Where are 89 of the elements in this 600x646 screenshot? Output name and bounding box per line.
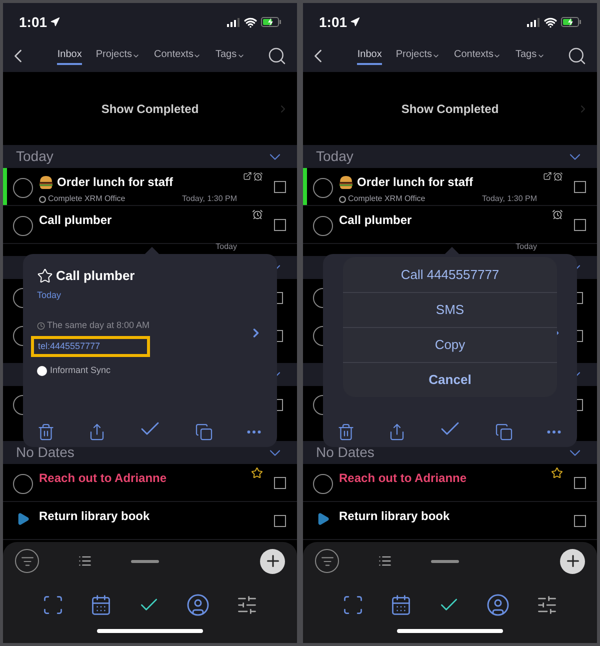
wifi-icon bbox=[544, 16, 557, 28]
section-title: Today bbox=[316, 147, 354, 166]
checkbox[interactable] bbox=[274, 515, 286, 527]
delete-icon[interactable] bbox=[37, 423, 55, 441]
section-title: Today bbox=[16, 147, 54, 166]
location-icon bbox=[350, 17, 360, 27]
calendar-icon[interactable] bbox=[390, 594, 412, 616]
project-icon bbox=[39, 196, 46, 202]
nav-tab[interactable]: Projects bbox=[96, 46, 140, 64]
share-icon[interactable] bbox=[88, 423, 106, 441]
project-name: Complete XRM Office bbox=[48, 193, 126, 205]
task-title: Reach out to Adrianne bbox=[39, 470, 167, 487]
popover-date: Today bbox=[37, 288, 62, 302]
nav-tab[interactable]: Tags bbox=[515, 46, 545, 64]
due-date: Today bbox=[216, 241, 237, 253]
grabber-handle[interactable] bbox=[130, 560, 158, 562]
star-icon[interactable] bbox=[37, 268, 53, 284]
popover-title: Call plumber bbox=[56, 267, 135, 285]
nav-tab[interactable]: Contexts bbox=[454, 46, 502, 64]
checkbox[interactable] bbox=[274, 477, 286, 489]
task-title: Call plumber bbox=[339, 212, 412, 229]
action-sheet-option[interactable]: Cancel bbox=[343, 362, 557, 397]
task-title: Order lunch for staff bbox=[357, 174, 474, 191]
nav-tab[interactable]: Inbox bbox=[357, 46, 382, 64]
scan-icon[interactable] bbox=[42, 594, 64, 616]
delete-icon[interactable] bbox=[337, 423, 355, 441]
nav-tab[interactable]: Projects bbox=[396, 46, 440, 64]
filter-icon bbox=[20, 554, 34, 568]
sliders-icon[interactable] bbox=[236, 594, 258, 616]
battery-icon bbox=[261, 17, 281, 27]
section-header[interactable]: Today bbox=[3, 145, 297, 168]
signal-icon bbox=[527, 18, 540, 26]
action-sheet-option[interactable]: Copy bbox=[343, 327, 557, 362]
calendar-icon[interactable] bbox=[90, 594, 112, 616]
clock-icon bbox=[37, 322, 45, 330]
due-date: Today, 1:30 PM bbox=[182, 193, 237, 205]
checkbox[interactable] bbox=[574, 515, 586, 527]
wifi-icon bbox=[244, 16, 257, 28]
project-icon bbox=[339, 196, 346, 202]
scan-icon[interactable] bbox=[342, 594, 364, 616]
project-triangle-icon[interactable] bbox=[16, 512, 30, 526]
task-title: Call plumber bbox=[39, 212, 112, 229]
phone-link[interactable]: tel:4445557777 bbox=[31, 336, 150, 357]
list-icon[interactable] bbox=[78, 554, 92, 568]
search-icon[interactable] bbox=[567, 46, 587, 66]
action-sheet-option[interactable]: SMS bbox=[343, 292, 557, 327]
checkbox[interactable] bbox=[574, 181, 586, 193]
search-icon[interactable] bbox=[267, 46, 287, 66]
task-title: Return library book bbox=[39, 508, 150, 525]
add-button[interactable] bbox=[560, 548, 585, 574]
project-name: Complete XRM Office bbox=[348, 193, 426, 205]
show-completed-label: Show Completed bbox=[101, 100, 199, 118]
due-date: Today, 1:30 PM bbox=[482, 193, 537, 205]
action-sheet-option[interactable]: Call 4445557777 bbox=[343, 257, 557, 292]
calendar-name: Informant Sync bbox=[50, 364, 111, 378]
share-icon[interactable] bbox=[388, 423, 406, 441]
battery-icon bbox=[561, 17, 581, 27]
reminder-text: The same day at 8:00 AM bbox=[47, 319, 150, 332]
location-icon bbox=[50, 17, 60, 27]
checkbox[interactable] bbox=[274, 181, 286, 193]
task-title: Reach out to Adrianne bbox=[339, 470, 467, 487]
nav-tab[interactable]: Inbox bbox=[57, 46, 82, 64]
nav-tab[interactable]: Tags bbox=[215, 46, 245, 64]
grabber-handle[interactable] bbox=[430, 560, 458, 562]
task-title: Order lunch for staff bbox=[57, 174, 174, 191]
filter-button[interactable] bbox=[15, 549, 39, 573]
section-header[interactable]: Today bbox=[303, 145, 597, 168]
sliders-icon[interactable] bbox=[536, 594, 558, 616]
show-completed-label: Show Completed bbox=[401, 100, 499, 118]
add-button[interactable] bbox=[260, 548, 285, 574]
checkbox[interactable] bbox=[274, 219, 286, 231]
section-title: No Dates bbox=[16, 443, 74, 462]
nav-tab[interactable]: Contexts bbox=[154, 46, 202, 64]
checkbox[interactable] bbox=[574, 477, 586, 489]
filter-button[interactable] bbox=[315, 549, 339, 573]
project-triangle-icon[interactable] bbox=[316, 512, 330, 526]
status-time: 1:01 bbox=[19, 12, 48, 32]
section-title: No Dates bbox=[316, 443, 374, 462]
duplicate-icon[interactable] bbox=[194, 423, 212, 441]
duplicate-icon[interactable] bbox=[494, 423, 512, 441]
signal-icon bbox=[227, 18, 240, 26]
due-date: Today bbox=[516, 241, 537, 253]
profile-icon[interactable] bbox=[186, 592, 210, 616]
status-time: 1:01 bbox=[319, 12, 348, 32]
filter-icon bbox=[320, 554, 334, 568]
profile-icon[interactable] bbox=[486, 592, 510, 616]
list-icon[interactable] bbox=[378, 554, 392, 568]
task-title: Return library book bbox=[339, 508, 450, 525]
checkbox[interactable] bbox=[574, 219, 586, 231]
